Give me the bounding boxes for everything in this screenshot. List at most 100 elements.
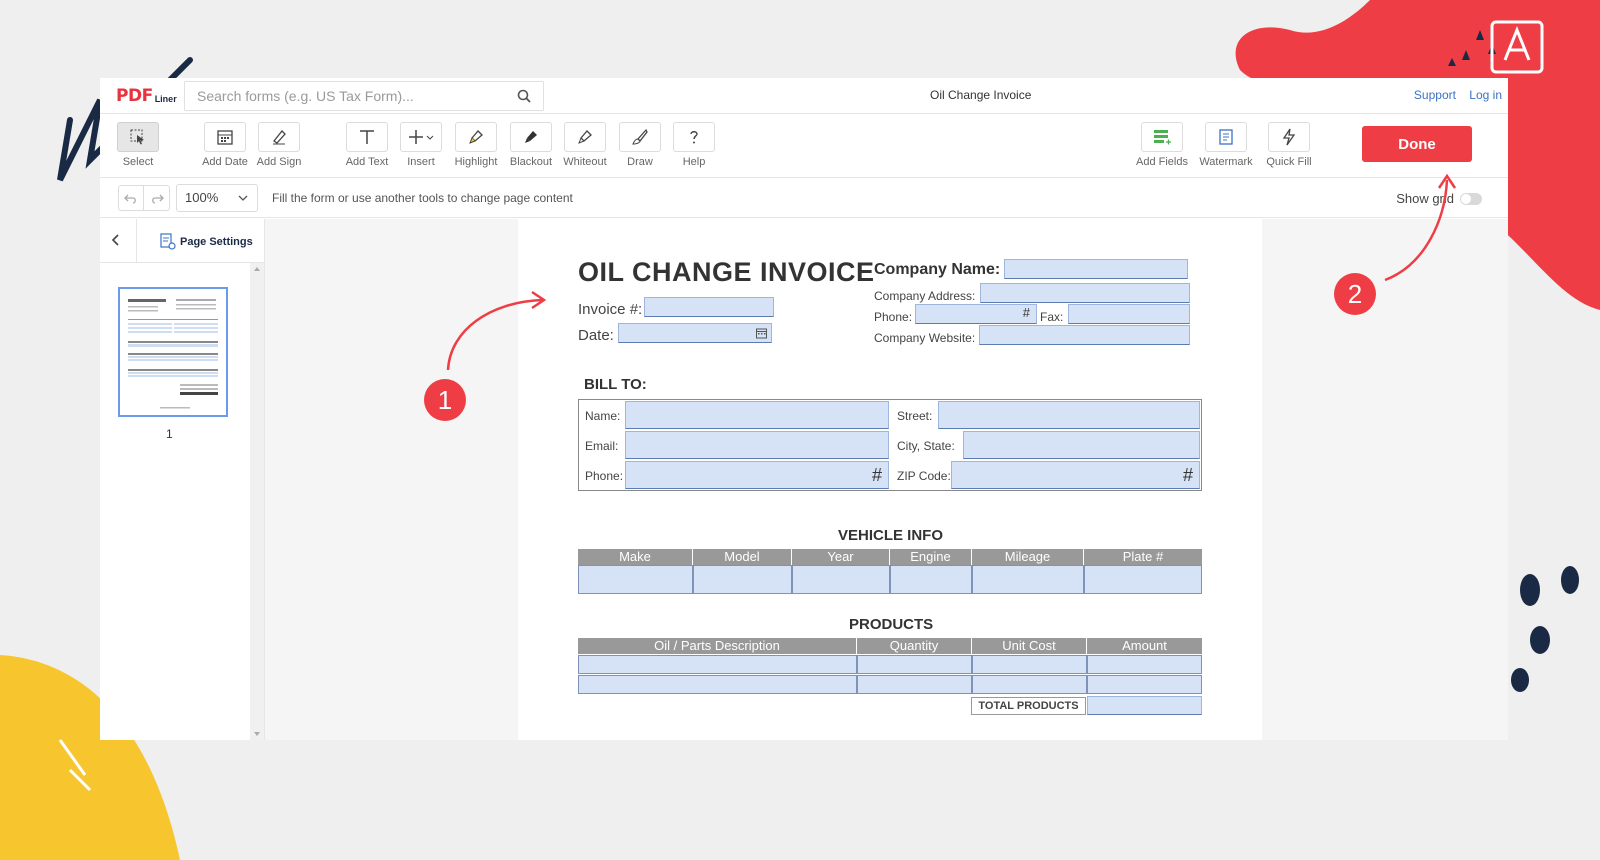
- insert-label: Insert: [407, 156, 435, 168]
- quick-fill-label: Quick Fill: [1266, 156, 1312, 168]
- bill-phone-label: Phone:: [585, 469, 624, 483]
- sidebar-scrollbar[interactable]: [250, 263, 264, 740]
- bill-phone-field[interactable]: #: [625, 461, 889, 489]
- top-links: Support Log in: [1404, 88, 1502, 102]
- add-text-tool[interactable]: Add Text: [339, 122, 395, 168]
- bill-street-field[interactable]: [938, 401, 1200, 429]
- select-tool-label: Select: [122, 156, 154, 168]
- product-amount-field[interactable]: [1087, 675, 1202, 694]
- bill-city-state-field[interactable]: [963, 431, 1200, 459]
- highlight-tool[interactable]: Highlight: [448, 122, 504, 168]
- annotation-marker-2: 2: [1334, 273, 1376, 315]
- brush-icon: [632, 128, 648, 145]
- pdfliner-logo[interactable]: PDF Liner: [116, 84, 178, 108]
- redo-button[interactable]: [144, 184, 170, 211]
- vehicle-mileage-field[interactable]: [972, 565, 1084, 594]
- chevron-down-icon: [238, 195, 248, 201]
- select-icon: [130, 129, 144, 145]
- vehicle-engine-field[interactable]: [890, 565, 972, 594]
- product-quantity-field[interactable]: [857, 675, 972, 694]
- total-products-field[interactable]: [1087, 696, 1202, 715]
- vehicle-col-mileage: Mileage: [972, 549, 1084, 565]
- products-col-unit-cost: Unit Cost: [972, 638, 1087, 654]
- invoice-number-field[interactable]: [644, 297, 774, 317]
- help-tool[interactable]: Help: [666, 122, 722, 168]
- vehicle-plate-field[interactable]: [1084, 565, 1202, 594]
- show-grid-toggle[interactable]: [1460, 192, 1482, 205]
- editor-toolbar: Select Add Date Add Sign Add Text Insert…: [100, 114, 1508, 178]
- draw-tool[interactable]: Draw: [612, 122, 668, 168]
- whiteout-tool[interactable]: Whiteout: [557, 122, 613, 168]
- quick-fill-tool[interactable]: Quick Fill: [1261, 122, 1317, 168]
- number-hash-icon: #: [1022, 305, 1030, 320]
- fax-field[interactable]: [1068, 304, 1190, 324]
- date-label: Date:: [578, 327, 614, 344]
- search-icon[interactable]: [517, 89, 531, 106]
- page-thumbnail[interactable]: [118, 287, 228, 417]
- done-button[interactable]: Done: [1362, 126, 1472, 162]
- company-phone-field[interactable]: #: [915, 304, 1037, 324]
- bill-zip-label: ZIP Code:: [897, 469, 951, 483]
- annotation-arrow-2: [1384, 173, 1457, 282]
- add-date-tool[interactable]: Add Date: [197, 122, 253, 168]
- vehicle-make-field[interactable]: [578, 565, 693, 594]
- select-tool[interactable]: Select: [110, 122, 166, 168]
- add-sign-tool[interactable]: Add Sign: [251, 122, 307, 168]
- bill-name-field[interactable]: [625, 401, 889, 429]
- company-website-label: Company Website:: [874, 331, 976, 345]
- vehicle-col-plate: Plate #: [1122, 549, 1164, 564]
- zoom-select[interactable]: 100%: [176, 183, 258, 212]
- products-col-description: Oil / Parts Description: [578, 638, 857, 654]
- company-phone-label: Phone:: [874, 310, 913, 324]
- add-fields-label: Add Fields: [1136, 156, 1188, 168]
- text-icon: [360, 130, 374, 144]
- company-website-field[interactable]: [979, 325, 1190, 345]
- redo-icon: [151, 194, 164, 204]
- blackout-tool[interactable]: Blackout: [503, 122, 559, 168]
- products-table-header: Oil / Parts Description Quantity Unit Co…: [578, 638, 1202, 654]
- app-window: PDF Liner Oil Change Invoice Support Log…: [100, 78, 1508, 740]
- chevron-left-icon: [111, 234, 119, 246]
- product-quantity-field[interactable]: [857, 655, 972, 674]
- logo-pdf-text: PDF: [116, 85, 153, 106]
- login-link[interactable]: Log in: [1469, 88, 1502, 102]
- plus-icon: [409, 130, 434, 144]
- company-name-field[interactable]: [1004, 259, 1188, 279]
- vehicle-model-field[interactable]: [693, 565, 792, 594]
- total-products-label: TOTAL PRODUCTS: [971, 697, 1086, 715]
- products-col-quantity: Quantity: [857, 638, 972, 654]
- undo-button[interactable]: [118, 184, 144, 211]
- zoom-value: 100%: [185, 190, 219, 205]
- vehicle-year-field[interactable]: [792, 565, 890, 594]
- bill-name-label: Name:: [585, 409, 621, 423]
- date-field[interactable]: [618, 323, 772, 343]
- product-amount-field[interactable]: [1087, 655, 1202, 674]
- watermark-tool[interactable]: Watermark: [1198, 122, 1254, 168]
- add-sign-label: Add Sign: [256, 156, 302, 168]
- support-link[interactable]: Support: [1414, 88, 1456, 102]
- bill-email-field[interactable]: [625, 431, 889, 459]
- company-name-label: Company Name:: [874, 261, 1001, 278]
- company-address-field[interactable]: [980, 283, 1190, 303]
- search-input[interactable]: [197, 87, 497, 104]
- insert-tool[interactable]: Insert: [393, 122, 449, 168]
- product-description-field[interactable]: [578, 655, 857, 674]
- products-row: [578, 655, 1202, 674]
- vehicle-col-model: Model: [693, 549, 792, 565]
- product-unit-cost-field[interactable]: [972, 675, 1087, 694]
- help-label: Help: [682, 156, 706, 168]
- add-fields-tool[interactable]: Add Fields: [1134, 122, 1190, 168]
- page-settings-label: Page Settings: [180, 236, 253, 248]
- page-settings-button[interactable]: Page Settings: [160, 233, 253, 251]
- collapse-sidebar-button[interactable]: [110, 233, 122, 252]
- page-number: 1: [166, 427, 173, 441]
- top-bar: PDF Liner Oil Change Invoice Support Log…: [100, 78, 1508, 114]
- bill-zip-field[interactable]: #: [951, 461, 1200, 489]
- product-description-field[interactable]: [578, 675, 857, 694]
- hint-text: Fill the form or use another tools to ch…: [272, 190, 573, 205]
- vehicle-table-header: Make Model Year Engine Mileage Plate #: [578, 549, 1202, 565]
- decorative-dots: [1511, 566, 1579, 692]
- product-unit-cost-field[interactable]: [972, 655, 1087, 674]
- number-hash-icon: #: [871, 465, 882, 485]
- signature-icon: [273, 130, 286, 145]
